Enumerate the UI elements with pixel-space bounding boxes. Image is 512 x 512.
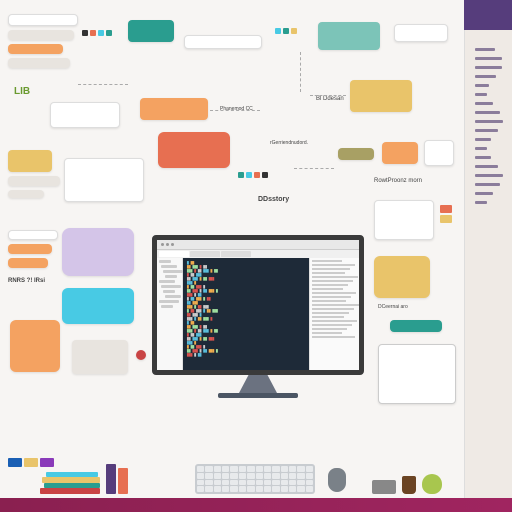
footer-bar	[0, 498, 512, 512]
node-panel	[374, 200, 434, 240]
node-panel	[10, 320, 60, 372]
traffic-light-icon	[161, 243, 164, 246]
node-box	[394, 24, 448, 42]
node-box	[8, 176, 60, 186]
node-box	[350, 80, 412, 112]
bld-label: Bl Ddesan	[316, 96, 344, 102]
node-box	[8, 150, 52, 172]
node-box	[8, 44, 63, 54]
editor-body: █ ██ ██ ███ █ ██ ███ █ ██ ███ █ ██ █ ██ …	[157, 258, 359, 370]
node-box	[8, 244, 52, 254]
text-label: RowtProonz morn	[374, 178, 422, 184]
ruler-lines	[475, 48, 504, 210]
editor-tab[interactable]	[159, 251, 189, 257]
node-panel	[374, 256, 430, 298]
node-highlight	[158, 132, 230, 168]
node-label: Phanemod CC	[220, 106, 253, 112]
node-box	[318, 22, 380, 50]
node-box	[8, 230, 58, 240]
dds-label: DDsstory	[258, 196, 289, 203]
node-box	[128, 20, 174, 42]
code-editor-app: █ ██ ██ ███ █ ██ ███ █ ██ ███ █ ██ █ ██ …	[157, 240, 359, 370]
traffic-light-icon	[171, 243, 174, 246]
connector-line	[300, 52, 301, 92]
node-label: rGerriendnudord.	[270, 140, 308, 146]
node-box	[50, 102, 120, 128]
keyboard	[195, 464, 315, 494]
right-ruler-panel	[464, 0, 512, 512]
monitor-stand	[239, 375, 277, 393]
device-icon	[372, 480, 396, 494]
docs-preview-pane[interactable]	[309, 258, 359, 370]
infographic-canvas: LIB Phanemod CC Bl Ddesan rGerriendnudor…	[0, 0, 512, 512]
node-box	[382, 142, 418, 164]
desk-accessories	[362, 454, 452, 494]
node-pill	[140, 98, 208, 120]
node-box	[8, 190, 44, 198]
window-chrome	[157, 240, 359, 250]
card-icons	[8, 458, 54, 467]
node-box	[8, 258, 48, 268]
book-stack	[40, 456, 140, 494]
connector-line	[310, 95, 346, 96]
icon-cluster	[275, 28, 305, 34]
node-box	[424, 140, 454, 166]
node-panel	[62, 288, 134, 324]
card-icon	[8, 458, 22, 467]
cup-icon	[402, 476, 416, 494]
editor-tabs	[157, 250, 359, 258]
traffic-light-icon	[166, 243, 169, 246]
dot-marker	[136, 350, 146, 360]
node-panel	[72, 340, 128, 374]
connector-line	[210, 110, 260, 111]
node-panel	[64, 158, 144, 202]
node-box	[8, 14, 78, 26]
text-label: DCeernai aro	[378, 304, 408, 310]
document-panel	[378, 344, 456, 404]
text-label: RNRS ?! IRsi	[8, 278, 45, 284]
node-box	[8, 30, 74, 40]
editor-tab[interactable]	[221, 251, 251, 257]
node-box	[184, 35, 262, 49]
node-panel	[62, 228, 134, 276]
icon-cluster	[440, 205, 456, 223]
card-icon	[40, 458, 54, 467]
corner-accent	[464, 0, 512, 30]
mouse-icon	[328, 468, 346, 492]
monitor-base	[218, 393, 298, 398]
node-pill	[338, 148, 374, 160]
icon-cluster	[82, 30, 122, 36]
plant-icon	[422, 474, 442, 494]
desktop-monitor: █ ██ ██ ███ █ ██ ███ █ ██ ███ █ ██ █ ██ …	[152, 235, 364, 405]
node-box	[8, 58, 70, 68]
icon-cluster	[238, 172, 278, 178]
file-tree-panel[interactable]	[157, 258, 183, 370]
editor-tab[interactable]	[190, 251, 220, 257]
monitor-screen: █ ██ ██ ███ █ ██ ███ █ ██ ███ █ ██ █ ██ …	[152, 235, 364, 375]
node-pill	[390, 320, 442, 332]
card-icon	[24, 458, 38, 467]
connector-line	[294, 168, 334, 169]
connector-line	[78, 84, 128, 85]
code-pane[interactable]: █ ██ ██ ███ █ ██ ███ █ ██ ███ █ ██ █ ██ …	[183, 258, 309, 370]
lib-label: LIB	[14, 86, 30, 97]
